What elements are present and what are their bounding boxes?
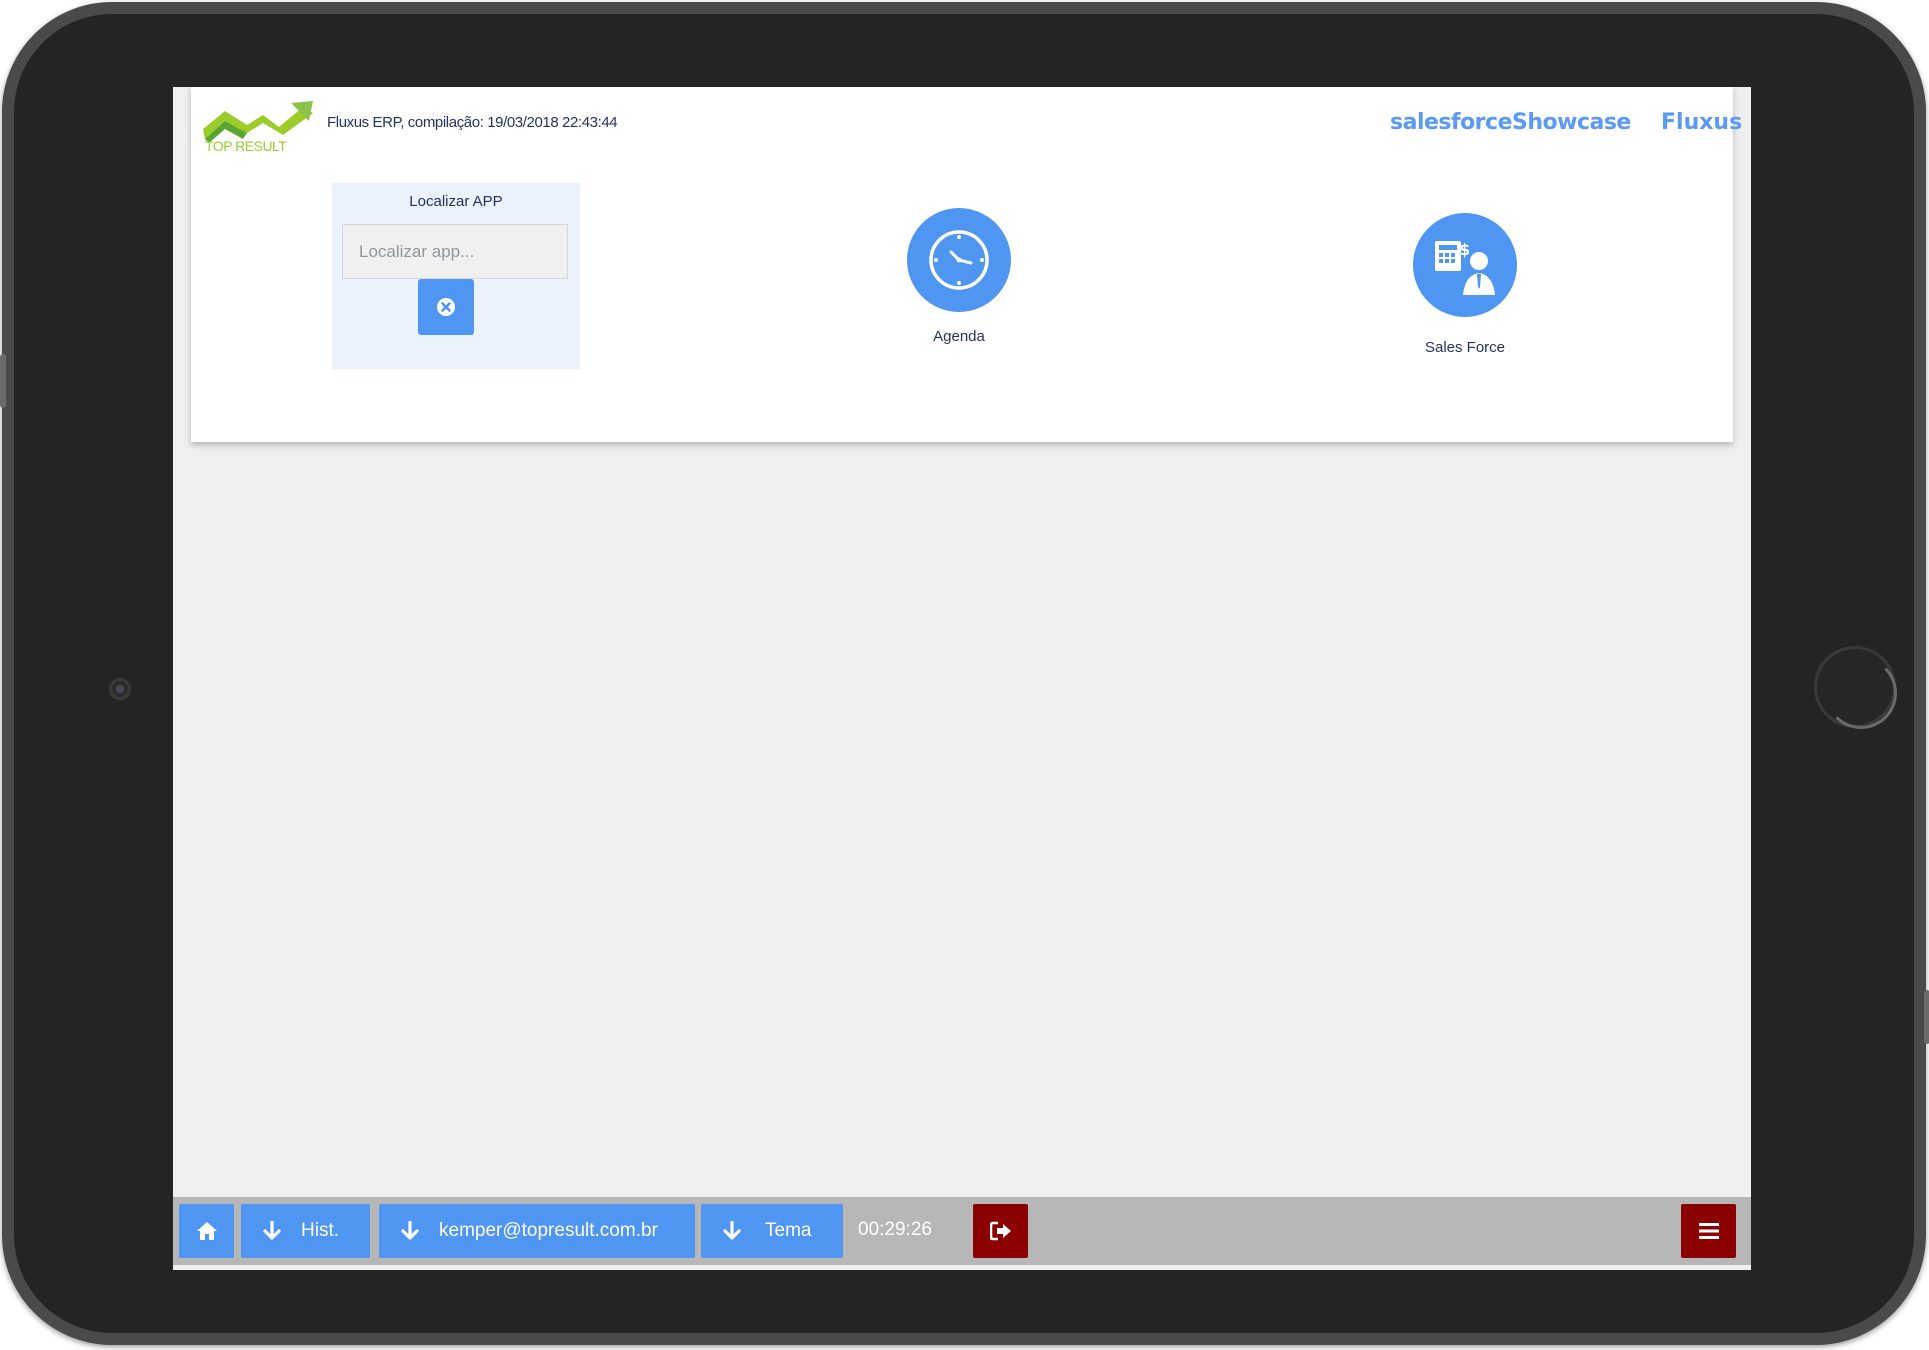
app-tile-agenda[interactable]: Agenda (897, 208, 1021, 345)
salesperson-icon: $ (1435, 240, 1495, 295)
org-name[interactable]: salesforceShowcase (1390, 110, 1631, 135)
agenda-app-label: Agenda (933, 328, 985, 345)
svg-text:TOP RESULT: TOP RESULT (205, 138, 287, 154)
clear-search-button[interactable] (418, 279, 474, 335)
arrow-down-icon (263, 1221, 281, 1241)
times-circle-icon (437, 298, 455, 316)
logout-button[interactable] (973, 1204, 1028, 1258)
sales-force-app-label: Sales Force (1424, 339, 1506, 356)
history-label: Hist. (301, 1220, 339, 1241)
session-timer: 00:29:26 (858, 1219, 932, 1240)
find-app-input[interactable] (342, 224, 568, 279)
find-app-title: Localizar APP (409, 193, 503, 210)
app-name[interactable]: Fluxus (1661, 110, 1742, 135)
home-button[interactable] (179, 1204, 234, 1258)
theme-button[interactable]: Tema (701, 1204, 843, 1258)
history-button[interactable]: Hist. (241, 1204, 370, 1258)
power-button (1924, 990, 1929, 1044)
footer-bar: Hist. kemper@topresult.com.br Tema 00:29… (173, 1197, 1751, 1265)
user-account-button[interactable]: kemper@topresult.com.br (379, 1204, 695, 1258)
topresult-logo: TOP RESULT (203, 101, 313, 154)
svg-text:$: $ (1459, 240, 1470, 259)
sign-out-icon (989, 1221, 1012, 1241)
hamburger-menu-icon (1698, 1222, 1720, 1240)
arrow-down-icon (723, 1221, 741, 1241)
front-camera (109, 678, 131, 700)
home-hardware-button[interactable] (1814, 646, 1897, 729)
main-menu-button[interactable] (1681, 1204, 1736, 1258)
build-info: Fluxus ERP, compilação: 19/03/2018 22:43… (327, 114, 618, 131)
clock-icon (929, 230, 989, 290)
home-icon (196, 1221, 218, 1241)
agenda-app-button[interactable] (907, 208, 1011, 312)
user-account-label: kemper@topresult.com.br (439, 1220, 658, 1241)
volume-button (0, 354, 6, 408)
app-tile-sales-force[interactable]: $ Sales Force (1400, 213, 1530, 356)
find-app-panel: Localizar APP (332, 183, 580, 369)
theme-label: Tema (765, 1220, 812, 1241)
app-screen: TOP RESULT Fluxus ERP, compilação: 19/03… (173, 87, 1751, 1270)
arrow-down-icon (401, 1221, 419, 1241)
header-panel: TOP RESULT Fluxus ERP, compilação: 19/03… (191, 87, 1742, 442)
sales-force-app-button[interactable]: $ (1413, 213, 1517, 317)
